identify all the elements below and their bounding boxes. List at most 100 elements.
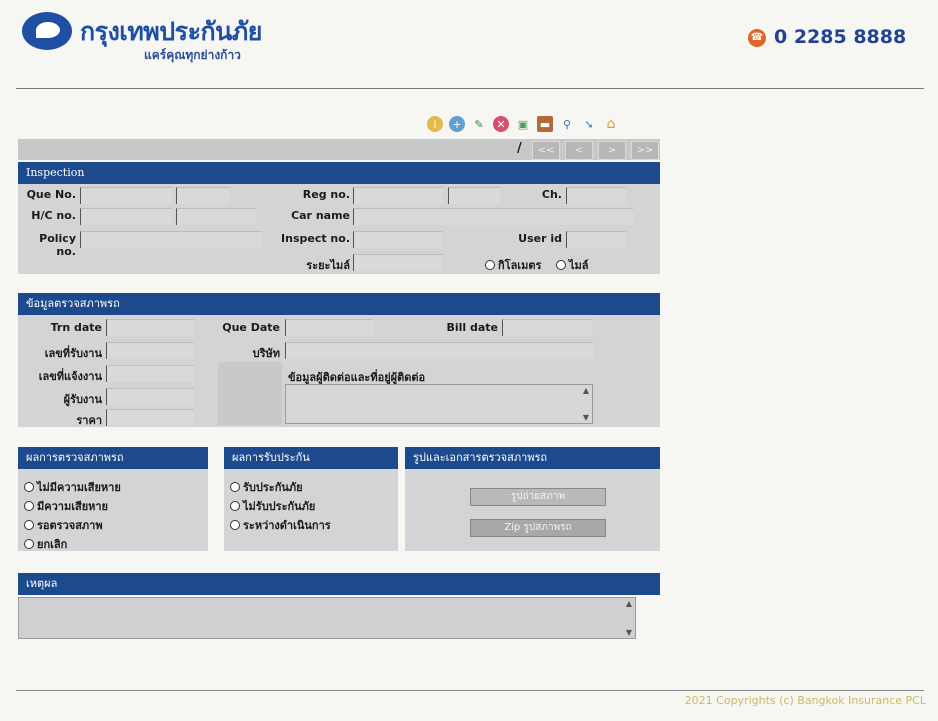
receiver-input[interactable] [106,388,194,405]
insure-result-option-label: ระหว่างดำเนินการ [243,519,331,532]
radio-circle[interactable] [24,539,34,549]
radio-circle[interactable] [230,482,240,492]
hc-no-input-2[interactable] [176,208,256,225]
bill-date-label: Bill date [446,321,498,334]
user-id-input[interactable] [566,231,626,248]
radio-circle[interactable] [556,260,566,270]
policy-no-label: Policy no. [39,232,76,258]
view-photos-button[interactable]: รูปถ่ายสภาพ [470,488,606,506]
reason-header: เหตุผล [18,573,660,595]
company-input[interactable] [285,342,593,359]
footer-divider [16,690,924,691]
insure-result-option-2[interactable]: ไม่รับประกันภัย [230,497,315,515]
header-divider [16,88,924,89]
radio-circle[interactable] [485,260,495,270]
inspect-result-option-label: รอตรวจสภาพ [37,519,103,532]
que-date-input[interactable] [285,319,373,336]
save-icon[interactable]: ▣ [515,116,531,132]
notify-no-input[interactable] [106,365,194,382]
pager-last-button[interactable]: >> [631,141,659,160]
pager-prev-button[interactable]: < [565,141,593,160]
radio-circle[interactable] [24,482,34,492]
inspect-result-option-2[interactable]: มีความเสียหาย [24,497,108,515]
inspection-header: Inspection [18,162,660,184]
radio-circle[interactable] [24,520,34,530]
scroll-up-icon[interactable]: ▲ [581,386,591,395]
phone-number: 0 2285 8888 [774,26,907,48]
scroll-up-icon[interactable]: ▲ [624,599,634,608]
search-icon[interactable]: ⚲ [559,116,575,132]
receive-no-label: เลขที่รับงาน [44,347,102,360]
price-label: ราคา [76,414,102,427]
inspect-result-header: ผลการตรวจสภาพรถ [18,447,208,469]
distance-input[interactable] [353,254,443,271]
delete-icon[interactable]: ✕ [493,116,509,132]
pager-separator: / [517,141,522,156]
info-icon[interactable]: i [427,116,443,132]
ch-label: Ch. [541,188,562,201]
reg-no-province-input[interactable] [448,187,500,204]
radio-circle[interactable] [24,501,34,511]
reg-no-input[interactable] [353,187,443,204]
inspect-result-option-label: ยกเลิก [37,538,68,551]
que-no-label: Que No. [26,188,76,201]
reason-textarea[interactable]: ▲ ▼ [18,597,636,639]
que-no-input-2[interactable] [176,187,230,204]
trn-date-input[interactable] [106,319,194,336]
inspect-result-option-3[interactable]: รอตรวจสภาพ [24,516,103,534]
receiver-label: ผู้รับงาน [63,393,102,406]
pager-next-button[interactable]: > [598,141,626,160]
insure-result-option-label: ไม่รับประกันภัย [243,500,316,513]
unit-km-radio[interactable]: กิโลเมตร [485,256,541,274]
copyright-text: 2021 Copyrights (c) Bangkok Insurance PC… [684,694,926,707]
spacer-cell [218,362,282,425]
price-input[interactable] [106,409,194,426]
add-icon[interactable]: + [449,116,465,132]
inspect-no-label: Inspect no. [281,232,350,245]
edit-icon[interactable]: ✎ [471,116,487,132]
hc-no-input[interactable] [80,208,172,225]
contact-info-textarea[interactable]: ▲ ▼ [285,384,593,424]
company-slogan: แคร์คุณทุกย่างก้าว [144,48,241,62]
insure-result-option-label: รับประกันภัย [243,481,303,494]
receive-no-input[interactable] [106,342,194,359]
zip-photos-button[interactable]: Zip รูปสภาพรถ [470,519,606,537]
ch-input[interactable] [566,187,626,204]
scroll-down-icon[interactable]: ▼ [624,628,634,637]
arrow-icon[interactable]: ➘ [581,116,597,132]
insure-result-option-3[interactable]: ระหว่างดำเนินการ [230,516,331,534]
reg-no-label: Reg no. [302,188,350,201]
distance-label: ระยะไมล์ [306,259,350,272]
card-icon[interactable]: ▬ [537,116,553,132]
radio-circle[interactable] [230,520,240,530]
inspect-result-option-1[interactable]: ไม่มีความเสียหาย [24,478,121,496]
inspect-result-option-4[interactable]: ยกเลิก [24,535,67,553]
phone-icon: ☎ [748,29,766,47]
radio-circle[interactable] [230,501,240,511]
scroll-down-icon[interactable]: ▼ [581,413,591,422]
notify-no-label: เลขที่แจ้งงาน [38,370,102,383]
insure-result-option-1[interactable]: รับประกันภัย [230,478,303,496]
car-name-input[interactable] [353,208,633,225]
que-no-input[interactable] [80,187,172,204]
unit-km-label: กิโลเมตร [498,259,542,272]
inspect-no-input[interactable] [353,231,443,248]
pager-first-button[interactable]: << [532,141,560,160]
insure-result-header: ผลการรับประกัน [224,447,398,469]
unit-mile-radio[interactable]: ไมล์ [556,256,589,274]
policy-no-input[interactable] [80,231,262,248]
company-logo [22,12,72,50]
bill-date-input[interactable] [502,319,592,336]
docs-header: รูปและเอกสารตรวจสภาพรถ [405,447,660,469]
home-icon[interactable]: ⌂ [603,116,619,132]
pager-bar [18,139,660,160]
vehicle-info-header: ข้อมูลตรวจสภาพรถ [18,293,660,315]
unit-mile-label: ไมล์ [569,259,589,272]
inspect-result-option-label: ไม่มีความเสียหาย [37,481,121,494]
docs-panel [405,469,660,551]
user-id-label: User id [518,232,562,245]
hc-no-label: H/C no. [31,209,76,222]
company-label: บริษัท [252,347,280,360]
que-date-label: Que Date [222,321,280,334]
toolbar: i + ✎ ✕ ▣ ▬ ⚲ ➘ ⌂ [427,116,619,136]
